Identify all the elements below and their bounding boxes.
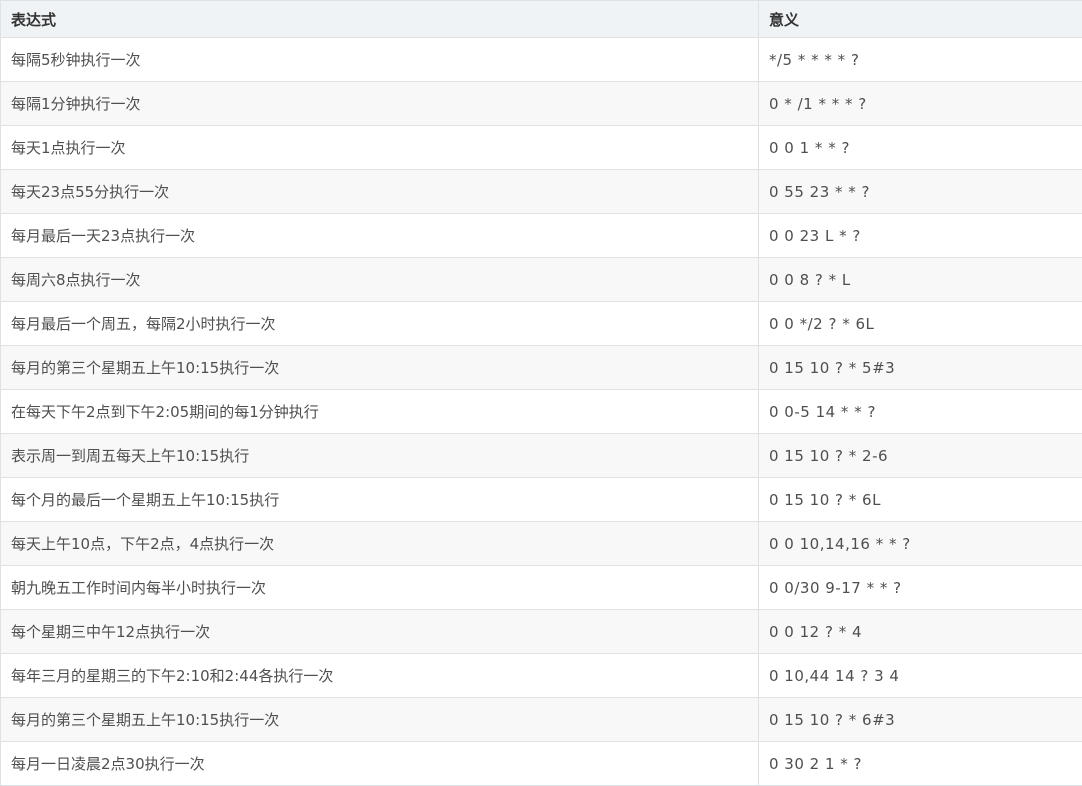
cron-expression-table: 表达式 意义 每隔5秒钟执行一次 */5 * * * * ? 每隔1分钟执行一次…: [0, 0, 1082, 786]
row-expression: 0 0/30 9-17 * * ?: [759, 566, 1082, 610]
row-description: 每个月的最后一个星期五上午10:15执行: [1, 478, 759, 522]
row-description: 每天23点55分执行一次: [1, 170, 759, 214]
table-row: 每月的第三个星期五上午10:15执行一次 0 15 10 ? * 6#3: [1, 698, 1082, 742]
table-row: 每月一日凌晨2点30执行一次 0 30 2 1 * ?: [1, 742, 1082, 786]
row-description: 每月最后一个周五，每隔2小时执行一次: [1, 302, 759, 346]
row-description: 每隔1分钟执行一次: [1, 82, 759, 126]
table-row: 每天23点55分执行一次 0 55 23 * * ?: [1, 170, 1082, 214]
row-expression: 0 0-5 14 * * ?: [759, 390, 1082, 434]
header-description: 表达式: [1, 1, 759, 38]
row-description: 每月的第三个星期五上午10:15执行一次: [1, 346, 759, 390]
row-expression: 0 15 10 ? * 6#3: [759, 698, 1082, 742]
header-expression: 意义: [759, 1, 1082, 38]
table-row: 每周六8点执行一次 0 0 8 ? * L: [1, 258, 1082, 302]
row-expression: 0 * /1 * * * ?: [759, 82, 1082, 126]
row-description: 每周六8点执行一次: [1, 258, 759, 302]
table-row: 每天1点执行一次 0 0 1 * * ?: [1, 126, 1082, 170]
row-expression: 0 15 10 ? * 6L: [759, 478, 1082, 522]
row-expression: 0 10,44 14 ? 3 4: [759, 654, 1082, 698]
row-expression: 0 0 23 L * ?: [759, 214, 1082, 258]
table-row: 每天上午10点，下午2点，4点执行一次 0 0 10,14,16 * * ?: [1, 522, 1082, 566]
row-description: 每月一日凌晨2点30执行一次: [1, 742, 759, 786]
table-row: 每月的第三个星期五上午10:15执行一次 0 15 10 ? * 5#3: [1, 346, 1082, 390]
row-expression: 0 55 23 * * ?: [759, 170, 1082, 214]
row-expression: 0 0 10,14,16 * * ?: [759, 522, 1082, 566]
row-description: 每天1点执行一次: [1, 126, 759, 170]
row-description: 在每天下午2点到下午2:05期间的每1分钟执行: [1, 390, 759, 434]
table-row: 朝九晚五工作时间内每半小时执行一次 0 0/30 9-17 * * ?: [1, 566, 1082, 610]
row-description: 每年三月的星期三的下午2:10和2:44各执行一次: [1, 654, 759, 698]
table-row: 每隔1分钟执行一次 0 * /1 * * * ?: [1, 82, 1082, 126]
row-expression: 0 15 10 ? * 2-6: [759, 434, 1082, 478]
table-row: 每月最后一天23点执行一次 0 0 23 L * ?: [1, 214, 1082, 258]
row-description: 每月最后一天23点执行一次: [1, 214, 759, 258]
row-description: 每隔5秒钟执行一次: [1, 38, 759, 82]
row-description: 每月的第三个星期五上午10:15执行一次: [1, 698, 759, 742]
row-expression: 0 0 */2 ? * 6L: [759, 302, 1082, 346]
table-row: 每隔5秒钟执行一次 */5 * * * * ?: [1, 38, 1082, 82]
row-description: 每个星期三中午12点执行一次: [1, 610, 759, 654]
table-header-row: 表达式 意义: [1, 1, 1082, 38]
row-expression: */5 * * * * ?: [759, 38, 1082, 82]
table-row: 每个星期三中午12点执行一次 0 0 12 ? * 4: [1, 610, 1082, 654]
row-expression: 0 0 12 ? * 4: [759, 610, 1082, 654]
row-description: 每天上午10点，下午2点，4点执行一次: [1, 522, 759, 566]
row-expression: 0 0 8 ? * L: [759, 258, 1082, 302]
row-expression: 0 0 1 * * ?: [759, 126, 1082, 170]
row-expression: 0 30 2 1 * ?: [759, 742, 1082, 786]
table-row: 每年三月的星期三的下午2:10和2:44各执行一次 0 10,44 14 ? 3…: [1, 654, 1082, 698]
row-expression: 0 15 10 ? * 5#3: [759, 346, 1082, 390]
table-row: 每个月的最后一个星期五上午10:15执行 0 15 10 ? * 6L: [1, 478, 1082, 522]
row-description: 表示周一到周五每天上午10:15执行: [1, 434, 759, 478]
table-row: 每月最后一个周五，每隔2小时执行一次 0 0 */2 ? * 6L: [1, 302, 1082, 346]
table-row: 在每天下午2点到下午2:05期间的每1分钟执行 0 0-5 14 * * ?: [1, 390, 1082, 434]
table-row: 表示周一到周五每天上午10:15执行 0 15 10 ? * 2-6: [1, 434, 1082, 478]
row-description: 朝九晚五工作时间内每半小时执行一次: [1, 566, 759, 610]
